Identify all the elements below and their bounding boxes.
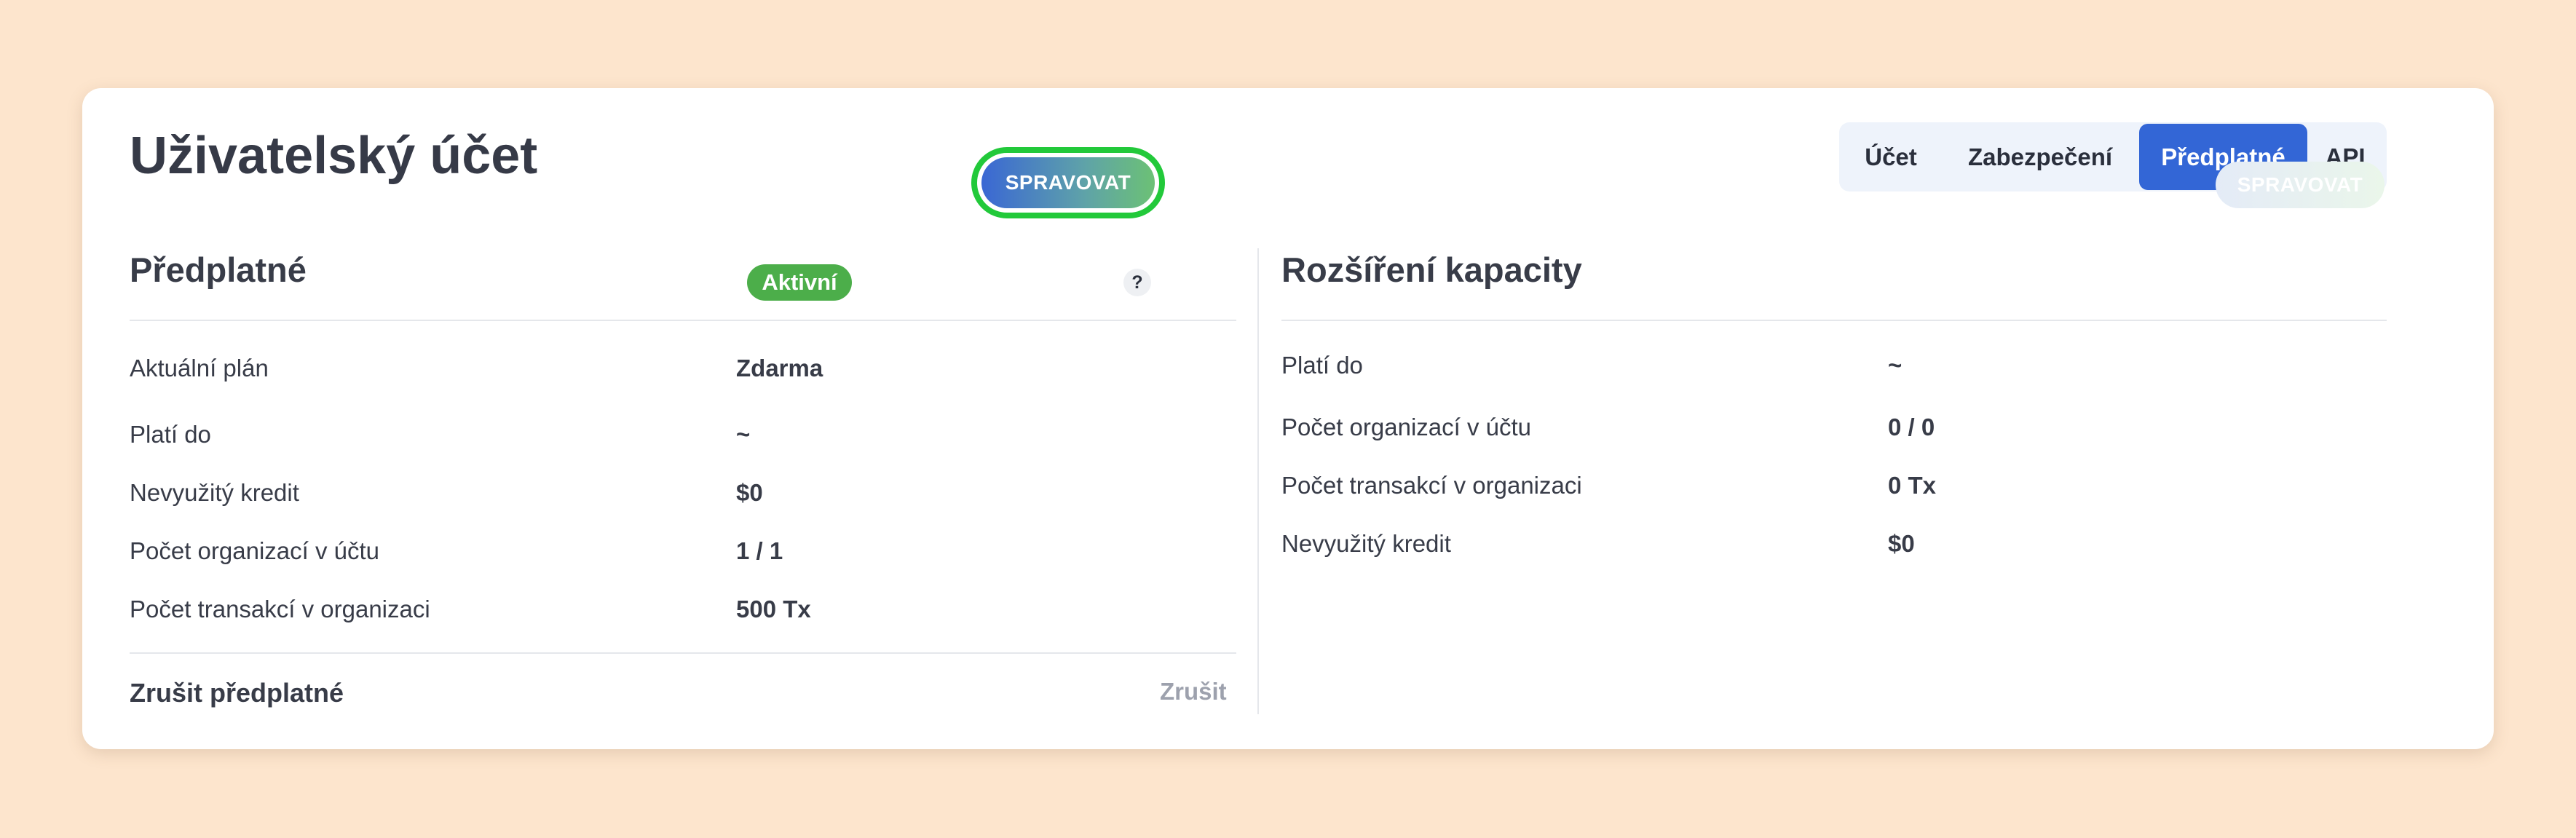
- capacity-unused-credit-value: $0: [1888, 530, 1915, 557]
- unused-credit-label: Nevyužitý kredit: [130, 479, 299, 506]
- subscription-title: Předplatné: [130, 250, 307, 289]
- valid-until-label: Platí do: [130, 421, 211, 448]
- capacity-valid-until-label: Platí do: [1281, 352, 1363, 379]
- capacity-unused-credit-label: Nevyužitý kredit: [1281, 530, 1451, 557]
- valid-until-value: ~: [736, 421, 751, 448]
- capacity-organizations-label: Počet organizací v účtu: [1281, 414, 1532, 440]
- tab-account[interactable]: Účet: [1848, 122, 1934, 191]
- organizations-count-value: 1 / 1: [736, 537, 783, 564]
- panel-divider: [1257, 248, 1259, 714]
- cancel-divider: [130, 652, 1236, 654]
- organizations-count-label: Počet organizací v účtu: [130, 537, 380, 564]
- capacity-organizations-value: 0 / 0: [1888, 414, 1935, 440]
- page-title: Uživatelský účet: [130, 127, 538, 185]
- subscription-header-divider: [130, 320, 1236, 321]
- capacity-transactions-label: Počet transakcí v organizaci: [1281, 472, 1582, 499]
- help-icon[interactable]: ?: [1123, 269, 1151, 296]
- capacity-valid-until-value: ~: [1888, 352, 1903, 379]
- manage-subscription-button[interactable]: SPRAVOVAT: [981, 157, 1155, 208]
- capacity-transactions-value: 0 Tx: [1888, 472, 1937, 499]
- current-plan-label: Aktuální plán: [130, 355, 269, 382]
- transactions-count-value: 500 Tx: [736, 596, 811, 622]
- current-plan-value: Zdarma: [736, 355, 823, 382]
- capacity-title: Rozšíření kapacity: [1281, 250, 1582, 289]
- cancel-subscription-title: Zrušit předplatné: [130, 678, 344, 708]
- transactions-count-label: Počet transakcí v organizaci: [130, 596, 430, 622]
- capacity-header-divider: [1281, 320, 2387, 321]
- tab-security[interactable]: Zabezpečení: [1941, 122, 2139, 191]
- manage-capacity-button[interactable]: SPRAVOVAT: [2216, 162, 2385, 208]
- cancel-subscription-button[interactable]: Zrušit: [1160, 678, 1227, 705]
- account-card: Uživatelský účet Účet Zabezpečení Předpl…: [82, 88, 2494, 749]
- unused-credit-value: $0: [736, 479, 763, 506]
- status-badge: Aktivní: [747, 264, 852, 301]
